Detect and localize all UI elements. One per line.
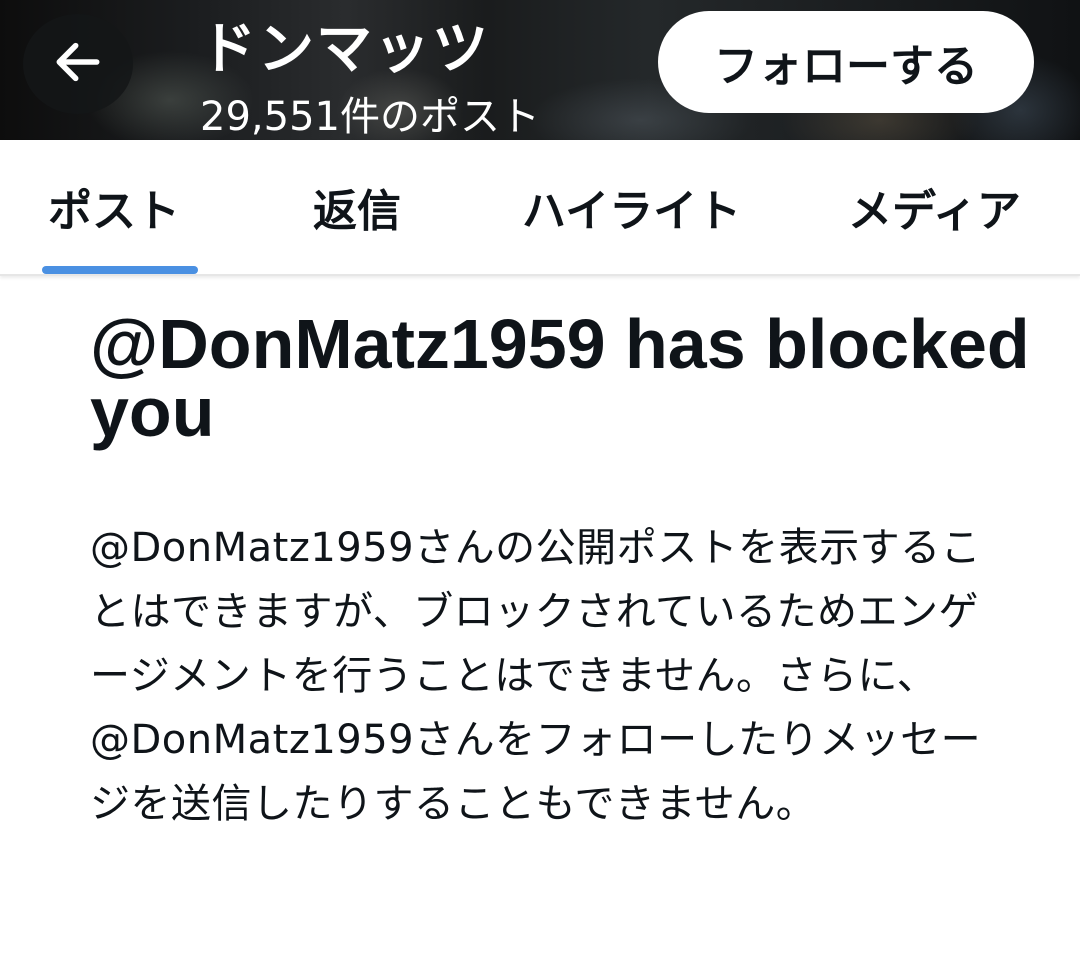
blocked-description: @DonMatz1959さんの公開ポストを表示することはできますが、ブロックされ… [90,525,982,827]
tab-posts[interactable]: ポスト [48,140,180,274]
profile-name: ドンマッツ [200,17,490,82]
tab-selected-indicator [42,266,198,274]
profile-tabs: ポスト 返信 ハイライト メディア [0,140,1080,276]
tab-highlights[interactable]: ハイライト [522,140,741,274]
tab-replies[interactable]: 返信 [313,140,401,274]
blocked-title: @DonMatz1959 has blocked you [90,305,1030,451]
post-count: 29,551件のポスト [200,94,540,140]
profile-header: ドンマッツ 29,551件のポスト フォローする [0,0,1080,140]
arrow-left-icon [50,34,106,94]
follow-button[interactable]: フォローする [658,11,1034,113]
tab-media[interactable]: メディア [848,140,1021,274]
back-button[interactable] [23,14,133,114]
